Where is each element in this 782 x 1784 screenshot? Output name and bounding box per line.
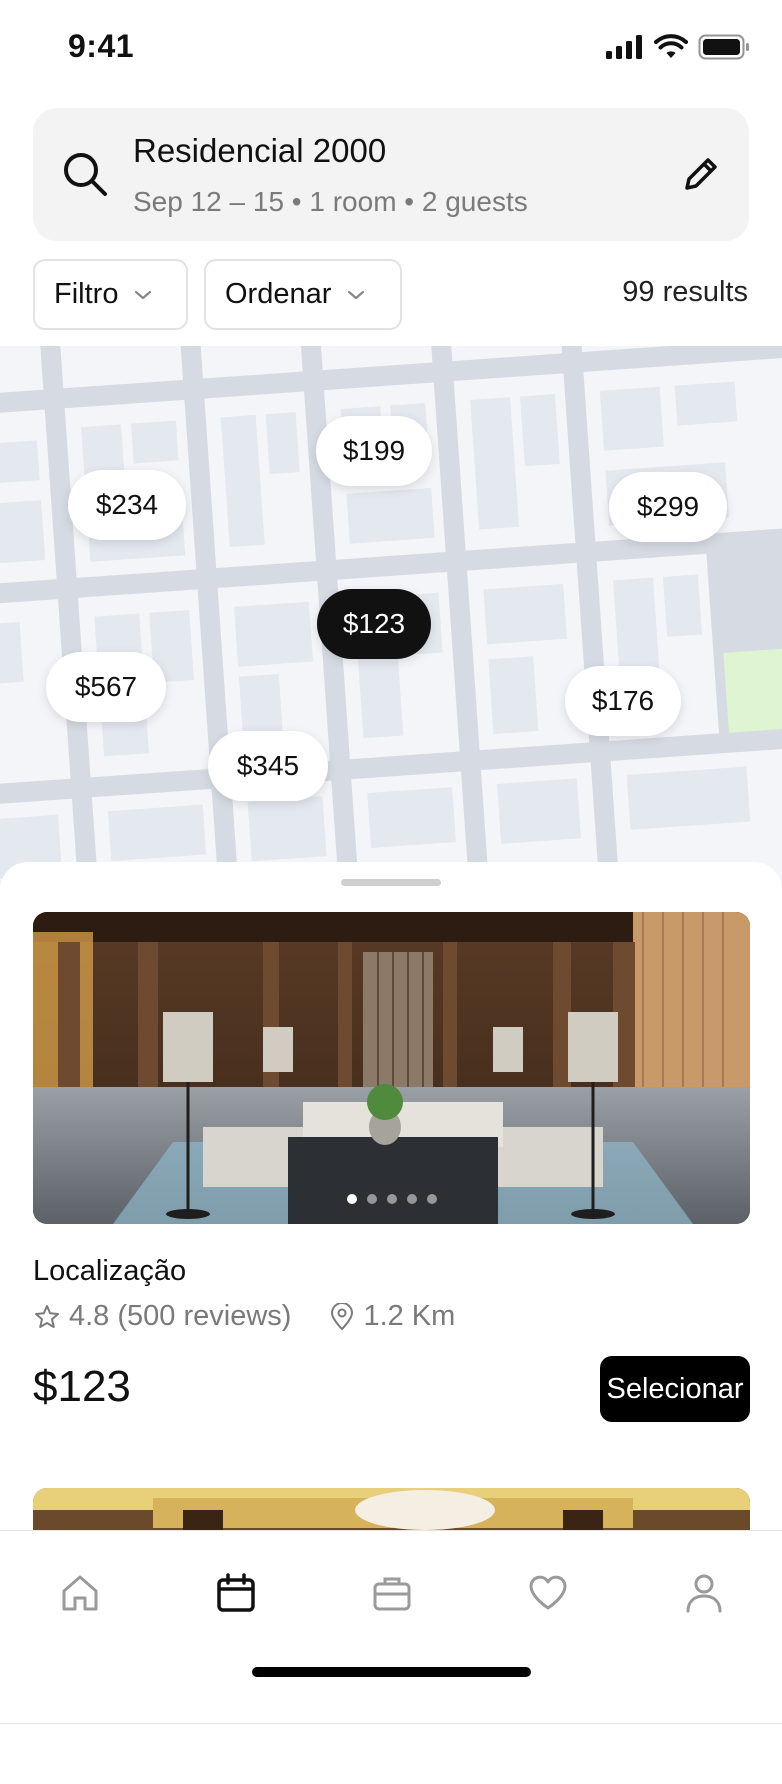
sheet-grabber[interactable] (341, 879, 441, 886)
heart-icon (529, 1575, 567, 1610)
location-pin-icon (331, 1302, 354, 1330)
search-destination: Residencial 2000 (133, 132, 387, 169)
pagination-dot[interactable] (386, 1194, 397, 1204)
tab-favorites[interactable] (518, 1563, 578, 1623)
tab-bookings[interactable] (206, 1563, 266, 1623)
home-icon (62, 1575, 98, 1611)
tab-home[interactable] (50, 1563, 110, 1623)
hotel-lobby-image (33, 912, 750, 1224)
next-hotel-photo[interactable] (33, 1488, 750, 1532)
chevron-down-icon (135, 290, 152, 299)
map-price-pin[interactable]: $176 (565, 666, 681, 736)
tab-profile[interactable] (674, 1563, 734, 1623)
map-price-pin[interactable]: $567 (46, 652, 166, 722)
status-bar: 9:41 (0, 0, 782, 96)
hotel-rating: 4.8 (500 reviews) (69, 1300, 292, 1332)
filter-label: Filtro (54, 278, 119, 310)
hotel-photo[interactable] (33, 912, 750, 1224)
search-icon (64, 153, 107, 196)
calendar-icon (217, 1573, 255, 1612)
star-icon (35, 1304, 59, 1328)
search-card[interactable]: Residencial 2000 Sep 12 – 15 • 1 room • … (33, 108, 749, 241)
pagination-dot-active[interactable] (346, 1194, 357, 1204)
status-icons (606, 34, 750, 60)
profile-icon (686, 1574, 722, 1613)
tab-trips[interactable] (362, 1563, 422, 1623)
battery-icon (698, 34, 749, 60)
map-price-pin[interactable]: $345 (208, 731, 328, 801)
map-price-pin[interactable]: $234 (68, 470, 186, 540)
map-view[interactable]: $199 $234 $299 $123 $567 $176 $345 (0, 346, 782, 886)
results-sheet: Localização 4.8 (500 reviews) 1.2 Km $12… (0, 862, 782, 1532)
briefcase-icon (373, 1577, 411, 1611)
filter-button[interactable]: Filtro (33, 259, 188, 330)
search-details: Sep 12 – 15 • 1 room • 2 guests (133, 186, 528, 217)
home-indicator (252, 1667, 531, 1677)
hotel-distance: 1.2 Km (363, 1300, 456, 1332)
photo-pagination (33, 1194, 750, 1204)
sort-label: Ordenar (225, 278, 332, 310)
pagination-dot[interactable] (426, 1194, 437, 1204)
pagination-dot[interactable] (406, 1194, 417, 1204)
hotel-price: $123 (33, 1362, 131, 1411)
pagination-dot[interactable] (366, 1194, 377, 1204)
edit-pencil-icon[interactable] (681, 154, 721, 194)
status-time: 9:41 (68, 28, 135, 64)
select-button[interactable]: Selecionar (600, 1356, 750, 1422)
map-price-pin[interactable]: $299 (609, 472, 727, 542)
wifi-icon (654, 34, 688, 58)
hotel-meta: 4.8 (500 reviews) 1.2 Km (33, 1300, 455, 1333)
next-hotel-image (33, 1488, 750, 1532)
map-price-pin-selected[interactable]: $123 (317, 589, 431, 659)
bottom-divider (0, 1723, 782, 1724)
sort-button[interactable]: Ordenar (204, 259, 402, 330)
signal-icon (606, 35, 642, 59)
hotel-name[interactable]: Localização (33, 1255, 186, 1288)
chevron-down-icon (348, 290, 365, 299)
results-count: 99 results (622, 276, 748, 308)
map-price-pin[interactable]: $199 (316, 416, 432, 486)
tab-bar (0, 1530, 782, 1723)
